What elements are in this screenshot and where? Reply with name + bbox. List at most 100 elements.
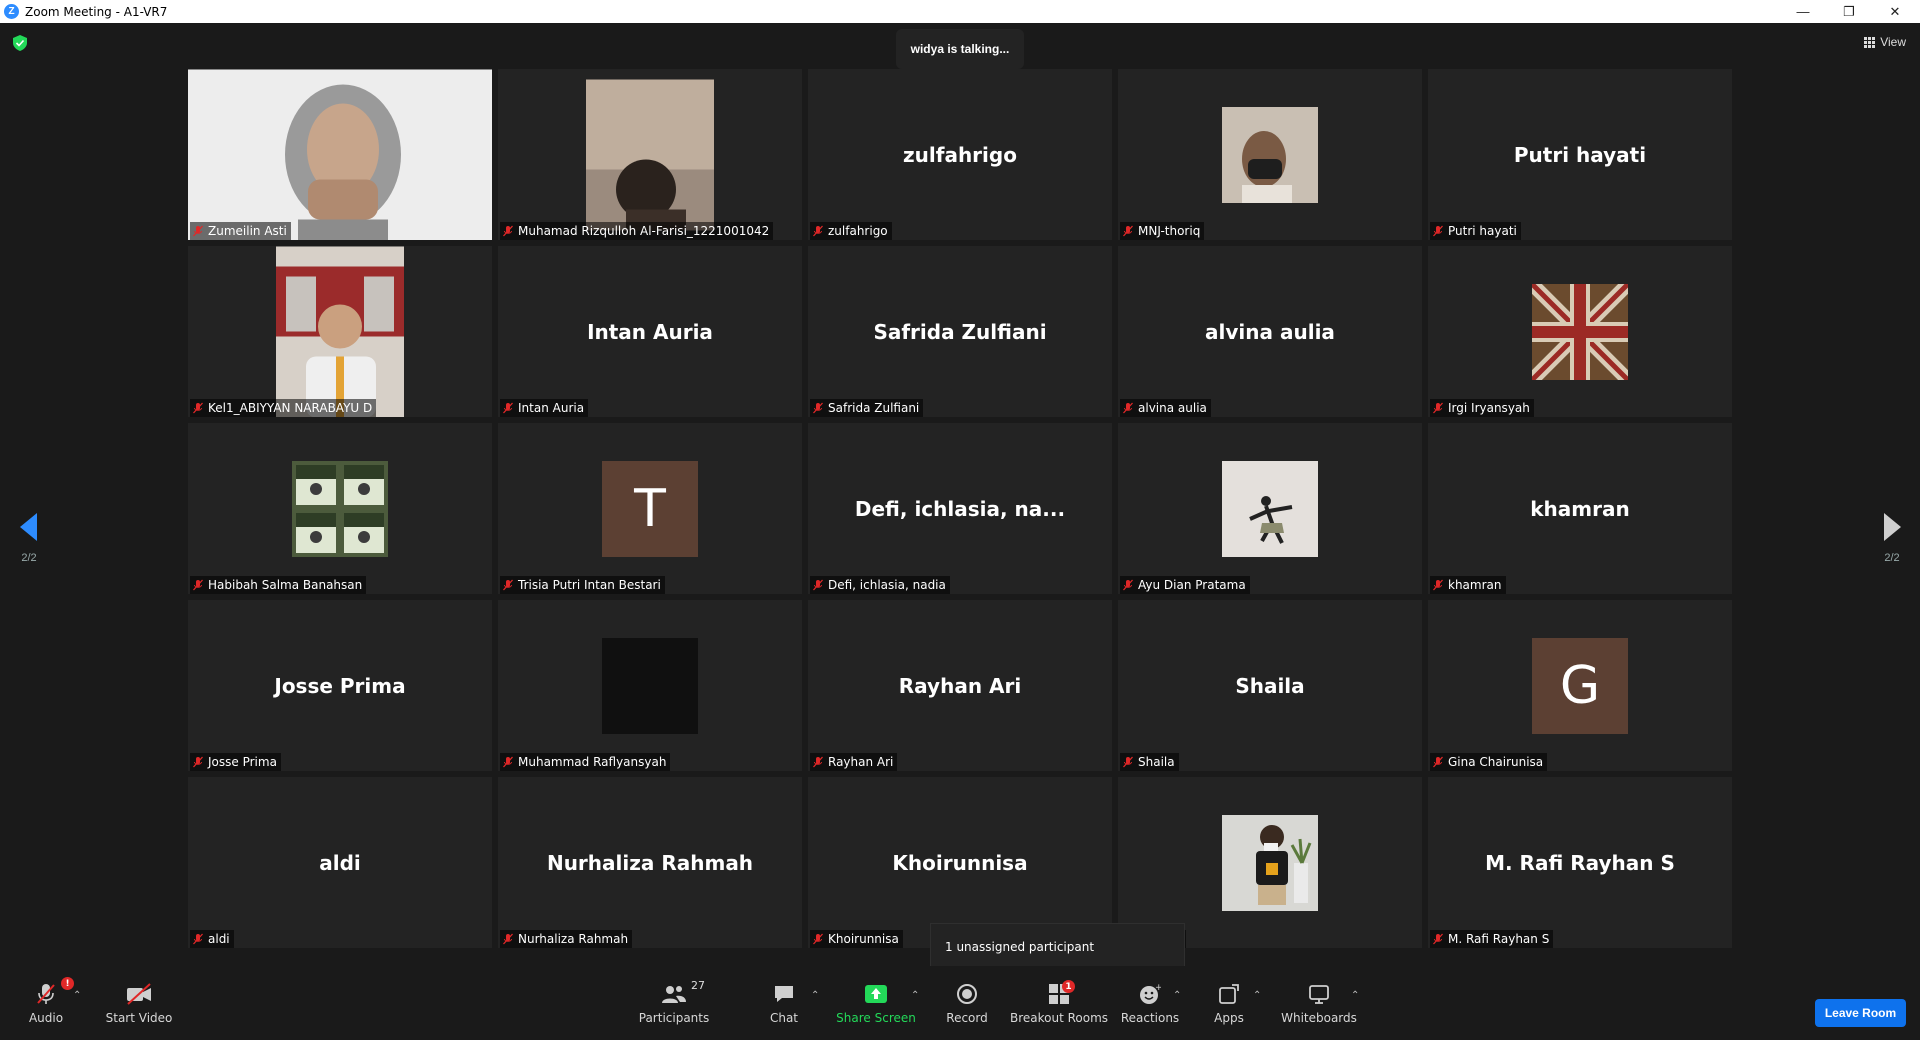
participant-name-label: Nurhaliza Rahmah xyxy=(500,930,633,948)
microphone-muted-icon xyxy=(812,225,824,237)
microphone-muted-icon xyxy=(502,225,514,237)
participant-display-name: Intan Auria xyxy=(587,319,713,344)
participant-name: Habibah Salma Banahsan xyxy=(208,578,363,592)
participant-name: aldi xyxy=(208,932,230,946)
participant-tile[interactable]: Rayhan Ari Rayhan Ari xyxy=(808,600,1112,771)
breakout-rooms-icon: 1 xyxy=(1048,980,1075,1007)
microphone-muted-icon xyxy=(812,402,824,414)
participant-tile[interactable]: Irgi Iryansyah xyxy=(1428,246,1732,417)
participant-name-label: Defi, ichlasia, nadia xyxy=(810,576,950,594)
arrow-left-icon xyxy=(20,513,37,541)
whiteboards-label: Whiteboards xyxy=(1281,1011,1357,1025)
participant-name-label: Muhamad Rizqulloh Al-Farisi_1221001042 xyxy=(500,222,774,240)
participant-photo xyxy=(1222,460,1318,557)
participant-tile[interactable]: Kel1_ABIYYAN NARABAYU D xyxy=(188,246,492,417)
participant-tile[interactable]: aldi aldi xyxy=(188,777,492,948)
participant-tile[interactable]: alvina aulia alvina aulia xyxy=(1118,246,1422,417)
microphone-muted-icon xyxy=(1432,756,1444,768)
participant-name: Josse Prima xyxy=(208,755,277,769)
chat-button[interactable]: Chat xyxy=(762,966,806,1040)
participant-name: Kel1_ABIYYAN NARABAYU D xyxy=(208,401,373,415)
participant-tile[interactable]: Putri hayati Putri hayati xyxy=(1428,69,1732,240)
participant-tile[interactable]: T Trisia Putri Intan Bestari xyxy=(498,423,802,594)
participant-name-label: Muhammad Raflyansyah xyxy=(500,753,671,771)
restore-button[interactable]: ❐ xyxy=(1826,0,1872,23)
record-label: Record xyxy=(946,1011,988,1025)
audio-options-caret-icon[interactable]: ⌃ xyxy=(73,990,81,1001)
participant-name: Muhamad Rizqulloh Al-Farisi_1221001042 xyxy=(518,224,770,238)
participant-tile[interactable]: Shaila Shaila xyxy=(1118,600,1422,771)
participant-tile[interactable]: Intan Auria Intan Auria xyxy=(498,246,802,417)
participant-video xyxy=(276,246,404,417)
audio-button[interactable]: ! Audio xyxy=(22,966,74,1040)
meeting-toolbar: ! Audio ⌃ Start Video 27 Participants Ch… xyxy=(0,966,1920,1040)
whiteboards-button[interactable]: Whiteboards xyxy=(1280,966,1358,1040)
participant-name: Gina Chairunisa xyxy=(1448,755,1544,769)
view-button[interactable]: View xyxy=(1864,35,1906,49)
participants-label: Participants xyxy=(638,1011,710,1025)
reactions-button[interactable]: + Reactions xyxy=(1120,966,1180,1040)
chat-options-caret-icon[interactable]: ⌃ xyxy=(811,990,819,1001)
participant-tile[interactable]: Muhammad Raflyansyah xyxy=(498,600,802,771)
title-bar: Z Zoom Meeting - A1-VR7 — ❐ ✕ xyxy=(0,0,1920,23)
participant-tile[interactable]: khamran khamran xyxy=(1428,423,1732,594)
participant-tile[interactable]: Josse Prima Josse Prima xyxy=(188,600,492,771)
zoom-logo-icon: Z xyxy=(4,4,19,19)
svg-text:+: + xyxy=(1155,983,1161,993)
participant-name-label: Intan Auria xyxy=(500,399,589,417)
microphone-muted-icon xyxy=(192,579,204,591)
participant-name: Rayhan Ari xyxy=(828,755,894,769)
share-screen-label: Share Screen xyxy=(836,1011,916,1025)
breakout-rooms-button[interactable]: 1 Breakout Rooms xyxy=(1010,966,1108,1040)
previous-page-button[interactable]: 2/2 xyxy=(14,513,44,564)
participant-name-label: khamran xyxy=(1430,576,1506,594)
participant-name-label: Putri hayati xyxy=(1430,222,1521,240)
start-video-button[interactable]: Start Video xyxy=(104,966,174,1040)
participant-name: alvina aulia xyxy=(1138,401,1207,415)
leave-room-button[interactable]: Leave Room xyxy=(1815,999,1906,1027)
security-shield-icon[interactable] xyxy=(13,35,27,51)
close-button[interactable]: ✕ xyxy=(1872,0,1918,23)
participant-photo xyxy=(1222,814,1318,911)
participants-button[interactable]: 27 Participants xyxy=(636,966,712,1040)
page-indicator-right: 2/2 xyxy=(1884,552,1900,564)
record-button[interactable]: Record xyxy=(942,966,992,1040)
participant-tile[interactable]: Muhamad Rizqulloh Al-Farisi_1221001042 xyxy=(498,69,802,240)
participant-tile[interactable]: zulfahrigo zulfahrigo xyxy=(808,69,1112,240)
share-screen-button[interactable]: Share Screen xyxy=(836,966,916,1040)
participant-tile[interactable]: M. Rafi Rayhan S M. Rafi Rayhan S xyxy=(1428,777,1732,948)
apps-button[interactable]: Apps xyxy=(1208,966,1250,1040)
participant-name-label: Zumeilin Asti xyxy=(190,222,291,240)
share-screen-icon xyxy=(864,981,888,1007)
share-options-caret-icon[interactable]: ⌃ xyxy=(911,990,919,1001)
participant-display-name: Safrida Zulfiani xyxy=(873,319,1047,344)
microphone-muted-icon xyxy=(1122,402,1134,414)
participant-tile[interactable]: Ayu Dian Pratama xyxy=(1118,423,1422,594)
participant-name: zulfahrigo xyxy=(828,224,888,238)
participant-name-label: Khoirunnisa xyxy=(810,930,903,948)
participant-tile[interactable]: MNJ-thoriq xyxy=(1118,69,1422,240)
whiteboards-options-caret-icon[interactable]: ⌃ xyxy=(1351,990,1359,1001)
participant-name: Irgi Iryansyah xyxy=(1448,401,1530,415)
participant-tile[interactable]: Habibah Salma Banahsan xyxy=(188,423,492,594)
participant-tile[interactable]: Nurhaliza Rahmah Nurhaliza Rahmah xyxy=(498,777,802,948)
participant-video xyxy=(586,79,714,230)
unassigned-participant-tooltip[interactable]: 1 unassigned participant xyxy=(930,923,1185,977)
microphone-muted-icon xyxy=(192,402,204,414)
apps-label: Apps xyxy=(1214,1011,1244,1025)
microphone-muted-icon xyxy=(192,225,204,237)
reactions-options-caret-icon[interactable]: ⌃ xyxy=(1173,990,1181,1001)
participant-tile[interactable]: G Gina Chairunisa xyxy=(1428,600,1732,771)
reactions-label: Reactions xyxy=(1120,1011,1180,1025)
participant-tile[interactable]: Safrida Zulfiani Safrida Zulfiani xyxy=(808,246,1112,417)
participant-tile[interactable]: Zumeilin Asti xyxy=(188,69,492,240)
grid-view-icon xyxy=(1864,36,1876,48)
minimize-button[interactable]: — xyxy=(1780,0,1826,23)
apps-options-caret-icon[interactable]: ⌃ xyxy=(1253,990,1261,1001)
participant-name: MNJ-thoriq xyxy=(1138,224,1201,238)
participant-tile[interactable]: Defi, ichlasia, na... Defi, ichlasia, na… xyxy=(808,423,1112,594)
microphone-muted-icon xyxy=(1122,756,1134,768)
start-video-label: Start Video xyxy=(105,1011,173,1025)
participant-photo xyxy=(1222,106,1318,203)
next-page-button[interactable]: 2/2 xyxy=(1877,513,1907,564)
